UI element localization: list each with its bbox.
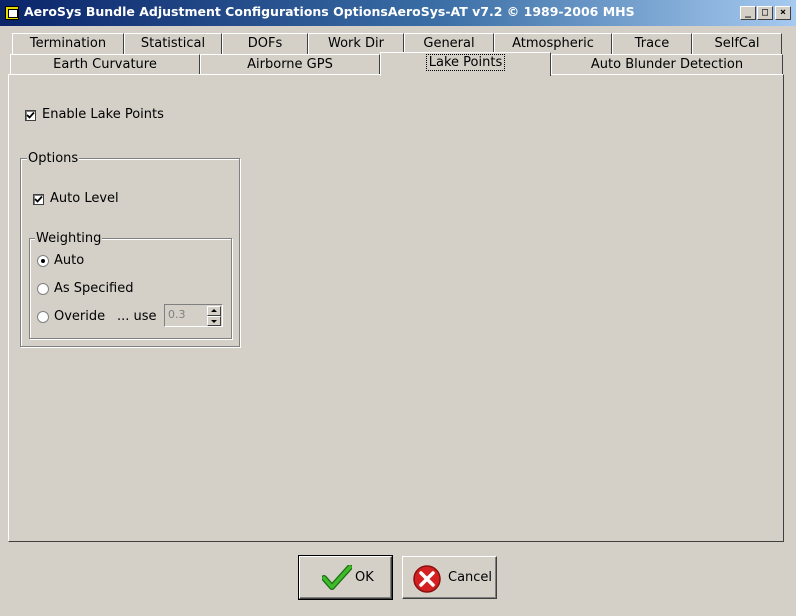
cancel-x-icon [413, 565, 441, 593]
tab-selfcal[interactable]: SelfCal [692, 33, 782, 55]
ok-button-label: OK [355, 570, 374, 585]
weighting-auto-label[interactable]: Auto [54, 253, 84, 268]
arrow-up-icon [211, 309, 217, 312]
auto-level-checkbox[interactable] [33, 194, 44, 205]
tab-lake-points-label: Lake Points [425, 54, 506, 71]
minimize-button[interactable]: _ [740, 6, 756, 20]
spinner-up-button[interactable] [207, 306, 221, 316]
weighting-as-specified-label[interactable]: As Specified [54, 281, 134, 296]
radio-selected-dot [41, 259, 45, 263]
options-group-label: Options [27, 151, 80, 166]
check-mark-icon [26, 111, 35, 119]
window-title: AeroSys Bundle Adjustment Configurations… [24, 4, 635, 19]
check-icon [322, 565, 352, 590]
arrow-down-icon [211, 320, 217, 323]
app-icon[interactable] [5, 6, 19, 20]
weighting-group-label: Weighting [35, 231, 103, 246]
ok-button[interactable]: OK [298, 555, 393, 600]
spinner-down-button[interactable] [207, 316, 221, 326]
title-bar: AeroSys Bundle Adjustment Configurations… [0, 0, 796, 26]
tab-lake-points[interactable]: Lake Points [380, 52, 551, 76]
use-value: 0.3 [168, 308, 186, 321]
enable-lake-points-checkbox[interactable] [25, 110, 36, 121]
cancel-button-label: Cancel [448, 570, 493, 585]
tab-termination[interactable]: Termination [12, 33, 124, 55]
enable-lake-points-label[interactable]: Enable Lake Points [42, 107, 164, 122]
weighting-auto-radio[interactable] [37, 255, 49, 267]
auto-level-label[interactable]: Auto Level [50, 191, 119, 206]
tab-dofs[interactable]: DOFs [222, 33, 308, 55]
use-label: ... use [117, 309, 157, 324]
close-button[interactable]: × [775, 6, 791, 20]
tab-earth-curvature[interactable]: Earth Curvature [10, 54, 200, 75]
tab-trace[interactable]: Trace [612, 33, 692, 55]
tab-statistical[interactable]: Statistical [124, 33, 222, 55]
maximize-button[interactable]: □ [757, 6, 773, 20]
tab-airborne-gps[interactable]: Airborne GPS [200, 54, 380, 75]
tab-auto-blunder-detection[interactable]: Auto Blunder Detection [551, 54, 783, 75]
weighting-overide-label[interactable]: Overide [54, 309, 105, 324]
weighting-as-specified-radio[interactable] [37, 283, 49, 295]
check-mark-icon [34, 195, 43, 203]
weighting-overide-radio[interactable] [37, 311, 49, 323]
cancel-button[interactable]: Cancel [402, 556, 497, 599]
